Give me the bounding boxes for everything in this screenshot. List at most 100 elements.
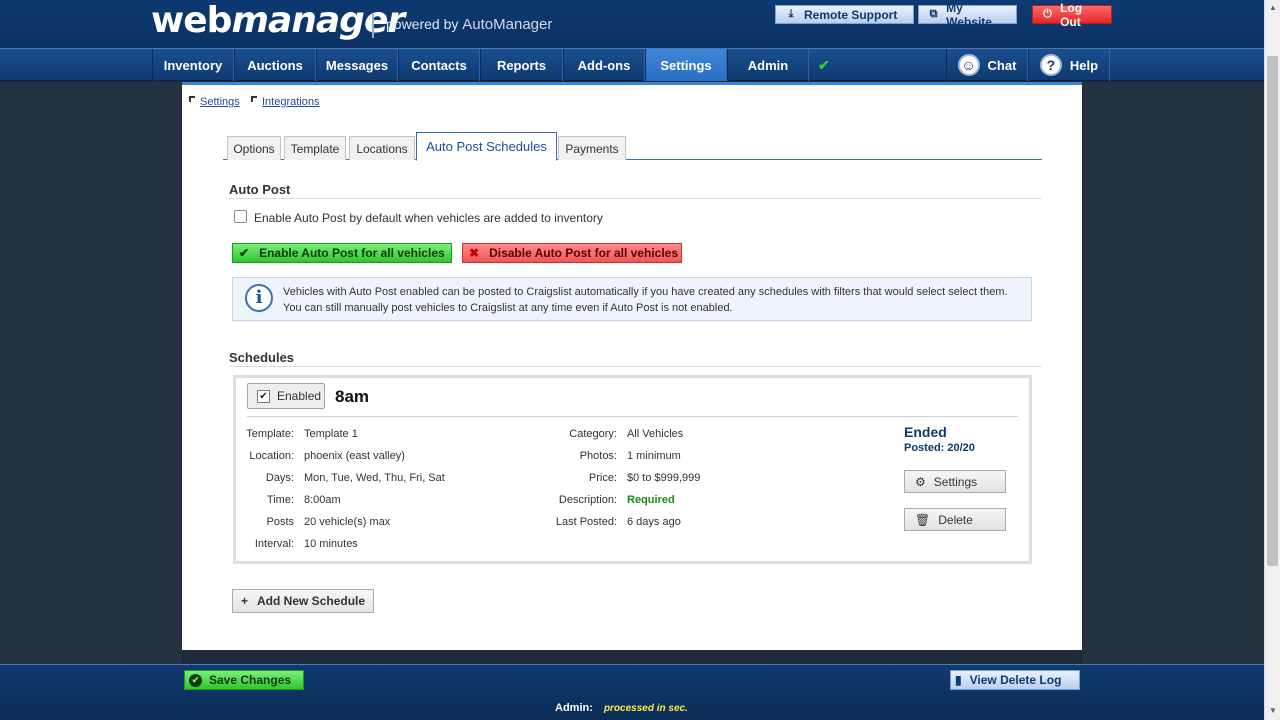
save-changes-label: Save Changes bbox=[209, 673, 292, 687]
scroll-thumb[interactable] bbox=[1267, 56, 1278, 566]
scroll-down-icon[interactable]: ▼ bbox=[1268, 706, 1278, 715]
detail-key: Template: bbox=[246, 428, 294, 440]
detail-key: Last Posted: bbox=[555, 516, 617, 528]
settings-tabs: Options Template Locations Auto Post Sch… bbox=[223, 132, 1042, 161]
nav-inventory[interactable]: Inventory bbox=[152, 49, 234, 81]
page-backdrop-right bbox=[1082, 82, 1264, 664]
log-icon: ▮ bbox=[955, 673, 962, 687]
tab-options[interactable]: Options bbox=[227, 136, 281, 160]
external-window-icon: ⧉ bbox=[929, 8, 938, 20]
log-out-button[interactable]: ⏻ Log Out bbox=[1032, 1, 1112, 29]
detail-value: Template 1 bbox=[304, 428, 358, 440]
nav-admin[interactable]: Admin bbox=[727, 49, 809, 81]
log-out-label: Log Out bbox=[1060, 0, 1083, 29]
schedule-delete-button[interactable]: 🗑 Delete bbox=[904, 508, 1006, 531]
detail-value: 20 vehicle(s) max bbox=[304, 516, 391, 528]
detail-value: All Vehicles bbox=[627, 428, 684, 440]
info-line-2: You can still manually post vehicles to … bbox=[283, 302, 733, 314]
detail-value: 10 minutes bbox=[304, 538, 358, 550]
scroll-up-icon[interactable]: ▲ bbox=[1268, 3, 1278, 12]
enable-auto-post-all-button[interactable]: ✔ Enable Auto Post for all vehicles bbox=[232, 243, 452, 263]
detail-value: Mon, Tue, Wed, Thu, Fri, Sat bbox=[304, 472, 445, 484]
auto-post-info-box: i Vehicles with Auto Post enabled can be… bbox=[232, 277, 1032, 321]
schedule-status: Ended bbox=[904, 424, 947, 440]
nav-help-label: Help bbox=[1069, 57, 1099, 73]
detail-value: $0 to $999,999 bbox=[627, 472, 701, 484]
info-text: Vehicles with Auto Post enabled can be p… bbox=[283, 284, 1023, 316]
logo-tagline: powered by AutoManager bbox=[386, 16, 552, 33]
schedule-posted-count: Posted: 20/20 bbox=[904, 442, 975, 454]
detail-key: Interval: bbox=[254, 538, 294, 550]
app-footer: ✔ Save Changes ▮ View Delete Log Admin: … bbox=[0, 664, 1264, 720]
detail-key: Photos: bbox=[579, 450, 617, 462]
tab-payments[interactable]: Payments bbox=[558, 136, 626, 160]
power-icon: ⏻ bbox=[1043, 8, 1052, 20]
tab-auto-post-schedules[interactable]: Auto Post Schedules bbox=[416, 132, 557, 161]
nav-contacts[interactable]: Contacts bbox=[398, 49, 480, 81]
enable-all-label: Enable Auto Post for all vehicles bbox=[259, 246, 445, 260]
auto-post-default-checkbox[interactable] bbox=[234, 210, 247, 223]
disable-auto-post-all-button[interactable]: ✖ Disable Auto Post for all vehicles bbox=[462, 243, 682, 263]
processed-text: processed in sec. bbox=[603, 703, 688, 714]
my-website-label: My Website bbox=[946, 0, 992, 29]
breadcrumb-marker-icon bbox=[251, 96, 257, 102]
help-icon: ? bbox=[1039, 54, 1062, 76]
nav-help[interactable]: ? Help bbox=[1028, 49, 1110, 81]
nav-auctions[interactable]: Auctions bbox=[234, 49, 316, 81]
app-header: webmanager powered by AutoManager ⤓ Remo… bbox=[0, 0, 1264, 48]
logo-divider bbox=[372, 14, 374, 38]
breadcrumb-settings[interactable]: Settings bbox=[200, 96, 240, 108]
footer-stats: Admin: processed in sec. bbox=[555, 702, 688, 714]
nav-messages[interactable]: Messages bbox=[316, 49, 398, 81]
my-website-button[interactable]: ⧉ My Website bbox=[918, 1, 1017, 29]
check-icon: ✔ bbox=[239, 246, 250, 260]
add-new-schedule-button[interactable]: + Add New Schedule bbox=[232, 589, 374, 613]
card-divider bbox=[247, 416, 1018, 417]
trash-icon: 🗑 bbox=[915, 512, 931, 527]
auto-post-default-label: Enable Auto Post by default when vehicle… bbox=[254, 211, 603, 225]
schedule-name: 8am bbox=[335, 387, 370, 406]
remote-support-button[interactable]: ⤓ Remote Support bbox=[775, 5, 914, 24]
detail-key: Days: bbox=[265, 472, 294, 484]
detail-value: Required bbox=[627, 494, 675, 506]
settings-content: Settings Integrations Options Template L… bbox=[182, 82, 1082, 650]
detail-value: phoenix (east valley) bbox=[304, 450, 405, 462]
section-divider bbox=[229, 198, 1042, 199]
view-delete-log-label: View Delete Log bbox=[969, 673, 1062, 687]
settings-label: Settings bbox=[933, 474, 978, 489]
delete-label: Delete bbox=[938, 512, 973, 527]
auto-post-heading: Auto Post bbox=[229, 182, 291, 197]
breadcrumb-marker-icon bbox=[189, 96, 195, 102]
detail-key: Location: bbox=[249, 450, 294, 462]
detail-key: Price: bbox=[588, 472, 617, 484]
nav-settings[interactable]: Settings bbox=[645, 49, 727, 81]
add-new-schedule-label: Add New Schedule bbox=[257, 594, 366, 608]
checkmark-icon: ✔ bbox=[818, 57, 830, 73]
tab-locations[interactable]: Locations bbox=[349, 136, 415, 160]
save-changes-button[interactable]: ✔ Save Changes bbox=[184, 670, 304, 690]
schedule-card: ✔ Enabled 8am Template: Template 1 Locat… bbox=[233, 375, 1032, 564]
nav-reports[interactable]: Reports bbox=[480, 49, 563, 81]
x-icon: ✖ bbox=[469, 246, 480, 260]
schedule-settings-button[interactable]: ⚙ Settings bbox=[904, 470, 1006, 493]
gear-icon: ⚙ bbox=[915, 474, 926, 489]
page-backdrop-left bbox=[0, 82, 182, 664]
schedules-heading: Schedules bbox=[229, 350, 295, 365]
disable-all-label: Disable Auto Post for all vehicles bbox=[489, 246, 679, 260]
logo[interactable]: webmanager bbox=[151, 0, 405, 42]
nav-chat[interactable]: ☺ Chat bbox=[946, 49, 1028, 81]
detail-value: 8:00am bbox=[304, 494, 341, 506]
logo-powered: powered by bbox=[386, 16, 459, 32]
view-delete-log-button[interactable]: ▮ View Delete Log bbox=[950, 670, 1080, 690]
download-icon: ⤓ bbox=[788, 8, 794, 20]
plus-icon: + bbox=[241, 594, 249, 608]
main-nav: Inventory Auctions Messages Contacts Rep… bbox=[0, 48, 1264, 81]
tab-template[interactable]: Template bbox=[284, 136, 346, 160]
page-scrollbar[interactable]: ▲ ▼ bbox=[1264, 0, 1280, 720]
logo-manager: manager bbox=[231, 0, 405, 41]
breadcrumb-integrations[interactable]: Integrations bbox=[262, 96, 319, 108]
schedule-enabled-toggle[interactable]: ✔ Enabled bbox=[247, 383, 325, 409]
check-circle-icon: ✔ bbox=[189, 673, 202, 687]
nav-add-ons[interactable]: Add-ons bbox=[563, 49, 645, 81]
info-line-1: Vehicles with Auto Post enabled can be p… bbox=[283, 286, 1008, 298]
